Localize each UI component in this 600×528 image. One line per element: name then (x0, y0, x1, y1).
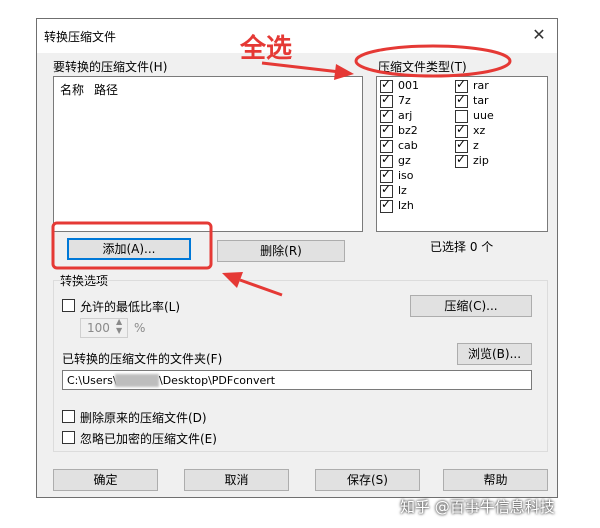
select-all-arrow-head (334, 64, 354, 80)
add-arrow-line (239, 278, 283, 297)
add-button-highlight-box (51, 221, 213, 270)
select-all-arrow-line (261, 61, 341, 74)
types-label-highlight-ellipse (354, 44, 512, 78)
annotation-overlay (51, 44, 512, 297)
add-arrow-head (222, 272, 243, 288)
watermark: 知乎 @百事牛信息科技 (400, 498, 555, 516)
